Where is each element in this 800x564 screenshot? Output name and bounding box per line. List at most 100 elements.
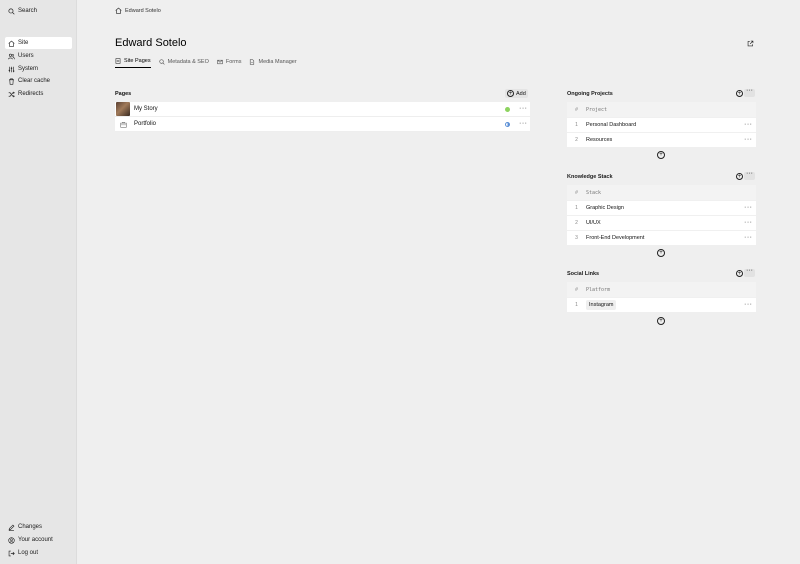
page-thumbnail: [116, 117, 130, 131]
more-options-icon[interactable]: ···: [744, 301, 753, 308]
structure-table: # Project 1 Personal Dashboard ··· 2 Res…: [567, 102, 756, 147]
more-options-icon[interactable]: ···: [744, 234, 753, 241]
breadcrumb-label: Edward Sotelo: [125, 7, 161, 14]
index-header: #: [575, 189, 578, 196]
main-content: Edward Sotelo Edward Sotelo Site Pages M…: [78, 0, 800, 564]
more-options-icon[interactable]: ···: [744, 87, 755, 97]
column-header: Project: [586, 106, 608, 113]
sidebar-item-your-account[interactable]: Your account: [5, 534, 72, 546]
users-icon: [8, 53, 15, 60]
block-title: Knowledge Stack: [567, 174, 613, 180]
block-title: Social Links: [567, 271, 600, 277]
sidebar-item-label: Clear cache: [18, 78, 51, 84]
block-header: Knowledge Stack + ···: [567, 170, 756, 185]
sidebar: Search Site Users System Clear cache Red…: [0, 0, 77, 564]
more-options-icon[interactable]: ···: [744, 121, 753, 128]
sliders-icon: [8, 66, 15, 73]
sidebar-item-label: System: [18, 66, 39, 72]
add-row-button[interactable]: +: [657, 249, 665, 257]
sidebar-item-redirects[interactable]: Redirects: [5, 88, 72, 100]
table-row[interactable]: 1 Personal Dashboard ···: [567, 117, 756, 132]
pages-section-title: Pages: [115, 91, 132, 97]
add-row-button[interactable]: +: [657, 317, 665, 325]
row-index: 3: [575, 235, 578, 241]
add-row-button[interactable]: +: [657, 151, 665, 159]
knowledge-stack-block: Knowledge Stack + ··· # Stack 1 Graphic …: [567, 170, 756, 257]
sidebar-item-changes[interactable]: Changes: [5, 521, 72, 533]
account-icon: [8, 536, 15, 544]
trash-icon: [8, 78, 15, 85]
breadcrumb[interactable]: Edward Sotelo: [115, 7, 161, 14]
external-link-icon: [747, 40, 753, 46]
row-index: 1: [575, 205, 578, 211]
page-title-text: Portfolio: [134, 121, 157, 127]
table-row[interactable]: 1 Graphic Design ···: [567, 200, 756, 215]
table-header: # Platform: [567, 282, 756, 297]
sidebar-item-label: Users: [18, 53, 34, 59]
plus-icon: +: [507, 90, 514, 97]
more-options-icon[interactable]: ···: [744, 136, 753, 143]
row-value: UI/UX: [586, 220, 601, 226]
table-row[interactable]: 3 Front-End Development ···: [567, 230, 756, 245]
sidebar-item-log-out[interactable]: Log out: [5, 547, 72, 559]
home-icon: [115, 7, 122, 14]
structure-table: # Stack 1 Graphic Design ··· 2 UI/UX ···…: [567, 185, 756, 245]
sidebar-item-clear-cache[interactable]: Clear cache: [5, 75, 72, 87]
plus-icon[interactable]: +: [736, 173, 743, 180]
table-header: # Stack: [567, 185, 756, 200]
search-icon: [8, 7, 15, 15]
sidebar-item-users[interactable]: Users: [5, 50, 72, 62]
column-header: Stack: [586, 189, 602, 196]
more-options-icon[interactable]: ···: [744, 219, 753, 226]
table-row[interactable]: 1 Instagram ···: [567, 297, 756, 312]
mail-icon: [217, 59, 223, 64]
sidebar-item-label: Log out: [18, 550, 39, 556]
tab-site-pages[interactable]: Site Pages: [115, 58, 151, 68]
sidebar-item-site[interactable]: Site: [5, 37, 72, 49]
open-site-button[interactable]: [745, 38, 755, 48]
more-options-icon[interactable]: ···: [744, 267, 755, 277]
tab-label: Site Pages: [124, 58, 151, 64]
sidebar-item-label: Your account: [18, 537, 53, 543]
structure-table: # Platform 1 Instagram ···: [567, 282, 756, 312]
sidebar-item-system[interactable]: System: [5, 63, 72, 75]
briefcase-icon: [119, 121, 127, 128]
search-label: Search: [18, 8, 38, 14]
block-header: Social Links + ···: [567, 267, 756, 282]
list-item[interactable]: Portfolio ···: [115, 117, 530, 132]
tab-media-manager[interactable]: Media Manager: [249, 58, 297, 68]
table-row[interactable]: 2 Resources ···: [567, 132, 756, 147]
ongoing-projects-block: Ongoing Projects + ··· # Project 1 Perso…: [567, 87, 756, 159]
table-row[interactable]: 2 UI/UX ···: [567, 215, 756, 230]
status-published-icon[interactable]: [505, 107, 510, 112]
file-icon: [250, 58, 255, 65]
plus-icon[interactable]: +: [736, 90, 743, 97]
column-header: Platform: [586, 286, 611, 293]
row-value: Resources: [586, 137, 613, 143]
shuffle-icon: [8, 91, 15, 98]
home-icon: [8, 40, 15, 47]
plus-icon[interactable]: +: [736, 270, 743, 277]
tab-forms[interactable]: Forms: [217, 58, 242, 68]
search-icon: [159, 58, 165, 65]
tab-label: Metadata & SEO: [167, 58, 209, 65]
edit-icon: [8, 524, 15, 531]
add-page-button[interactable]: + Add: [505, 89, 528, 98]
block-title: Ongoing Projects: [567, 91, 613, 97]
tab-metadata-seo[interactable]: Metadata & SEO: [159, 58, 209, 68]
row-value-tag: Instagram: [586, 300, 617, 310]
logout-icon: [8, 550, 15, 557]
list-item[interactable]: My Story ···: [115, 102, 530, 117]
status-draft-icon[interactable]: [505, 122, 510, 127]
more-options-icon[interactable]: ···: [744, 170, 755, 180]
block-header: Ongoing Projects + ···: [567, 87, 756, 102]
search-button[interactable]: Search: [5, 5, 72, 17]
row-index: 1: [575, 302, 578, 308]
more-options-icon[interactable]: ···: [744, 204, 753, 211]
tab-label: Forms: [225, 58, 242, 65]
page-title: Edward Sotelo: [115, 37, 187, 49]
more-options-icon[interactable]: ···: [519, 105, 528, 112]
row-value: Personal Dashboard: [586, 122, 637, 128]
more-options-icon[interactable]: ···: [519, 120, 528, 127]
tab-label: Media Manager: [258, 58, 297, 65]
